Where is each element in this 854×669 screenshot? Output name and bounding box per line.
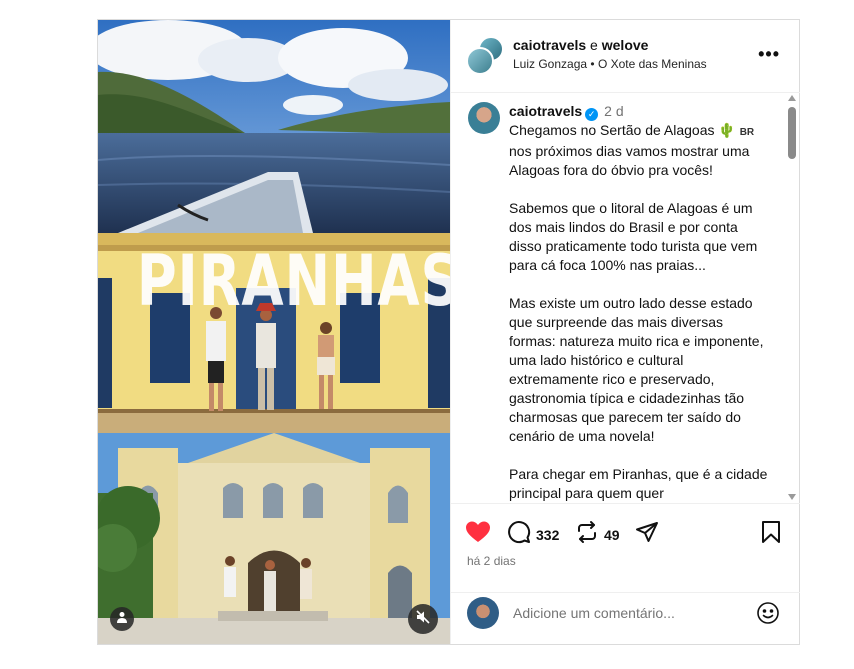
caption-scrollbar[interactable]	[787, 95, 797, 500]
comment-input[interactable]	[513, 605, 733, 621]
audio-separator: •	[587, 57, 598, 71]
more-options-button[interactable]: •••	[758, 44, 780, 65]
caption-area[interactable]: caiotravels ✓ 2 d Chegamos no Sertão de Al…	[451, 93, 800, 503]
username-joiner: e	[586, 37, 602, 53]
post-sidebar: caiotravels e welove Luiz Gonzaga • O Xo…	[450, 20, 800, 644]
scroll-up-arrow-icon[interactable]	[788, 95, 796, 101]
caption-paragraph-3: Mas existe um outro lado desse estado qu…	[509, 295, 764, 444]
collab-avatars[interactable]	[466, 36, 504, 75]
comment-count: 332	[536, 526, 560, 543]
caption-header: caiotravels ✓ 2 d	[509, 102, 771, 121]
brazil-flag-icon: BR	[739, 127, 755, 138]
post-date[interactable]: há 2 dias	[467, 554, 516, 568]
media-church-scene	[98, 433, 450, 644]
bookmark-icon	[760, 520, 782, 549]
username-secondary-link[interactable]: welove	[602, 37, 649, 53]
caption-paragraph-2: Sabemos que o litoral de Alagoas é um do…	[509, 200, 758, 273]
post-media[interactable]: PIRANHAS	[98, 20, 450, 644]
avatar-welove[interactable]	[466, 47, 494, 75]
cactus-emoji-icon: 🌵	[718, 122, 736, 138]
caption-paragraph-4: Para chegar em Piranhas, que é a cidade …	[509, 466, 768, 501]
caption-username-link[interactable]: caiotravels	[509, 103, 582, 119]
media-river-scene	[98, 20, 450, 233]
current-user-avatar	[467, 597, 499, 629]
caption-p1-end: nos próximos dias vamos mostrar uma Alag…	[509, 143, 750, 178]
media-overlay-title: PIRANHAS	[136, 240, 450, 322]
audio-track[interactable]: O Xote das Meninas	[598, 57, 707, 71]
caption-text: caiotravels ✓ 2 d Chegamos no Sertão de Al…	[509, 102, 771, 503]
smiley-face-icon	[756, 602, 780, 629]
add-comment-row	[451, 592, 800, 645]
heart-filled-icon	[465, 520, 491, 549]
share-button[interactable]	[635, 520, 659, 549]
comment-button[interactable]: 332	[507, 520, 559, 549]
verified-badge-icon: ✓	[585, 108, 599, 121]
like-button[interactable]	[465, 520, 491, 549]
repost-button[interactable]: 49	[575, 520, 620, 549]
scrollbar-thumb[interactable]	[788, 107, 796, 159]
collab-usernames: caiotravels e welove	[513, 37, 648, 53]
comment-bubble-icon	[507, 520, 531, 549]
caption-p1-start: Chegamos no Sertão de Alagoas	[509, 122, 719, 138]
scroll-down-arrow-icon[interactable]	[788, 494, 796, 500]
repost-icon	[575, 520, 599, 549]
audio-info[interactable]: Luiz Gonzaga • O Xote das Meninas	[513, 57, 707, 71]
post-header: caiotravels e welove Luiz Gonzaga • O Xo…	[451, 20, 800, 93]
paper-plane-icon	[635, 520, 659, 549]
speaker-muted-icon	[416, 609, 430, 629]
tagged-people-button[interactable]	[110, 607, 134, 631]
emoji-picker-button[interactable]	[756, 601, 780, 630]
audio-artist[interactable]: Luiz Gonzaga	[513, 57, 587, 71]
post-actions: 332 49 há 2 dias	[451, 503, 800, 599]
instagram-post: PIRANHAS caiotravels e welove Luiz Gonza…	[97, 19, 800, 645]
save-button[interactable]	[760, 520, 782, 549]
repost-count: 49	[604, 526, 620, 543]
caption-paragraph-1: Chegamos no Sertão de Alagoas 🌵 BR nos p…	[509, 121, 771, 180]
mute-toggle-button[interactable]	[408, 604, 438, 634]
username-primary-link[interactable]: caiotravels	[513, 37, 586, 53]
caption-avatar[interactable]	[468, 102, 500, 134]
caption-timestamp[interactable]: 2 d	[604, 103, 623, 119]
person-tag-icon	[116, 610, 128, 628]
